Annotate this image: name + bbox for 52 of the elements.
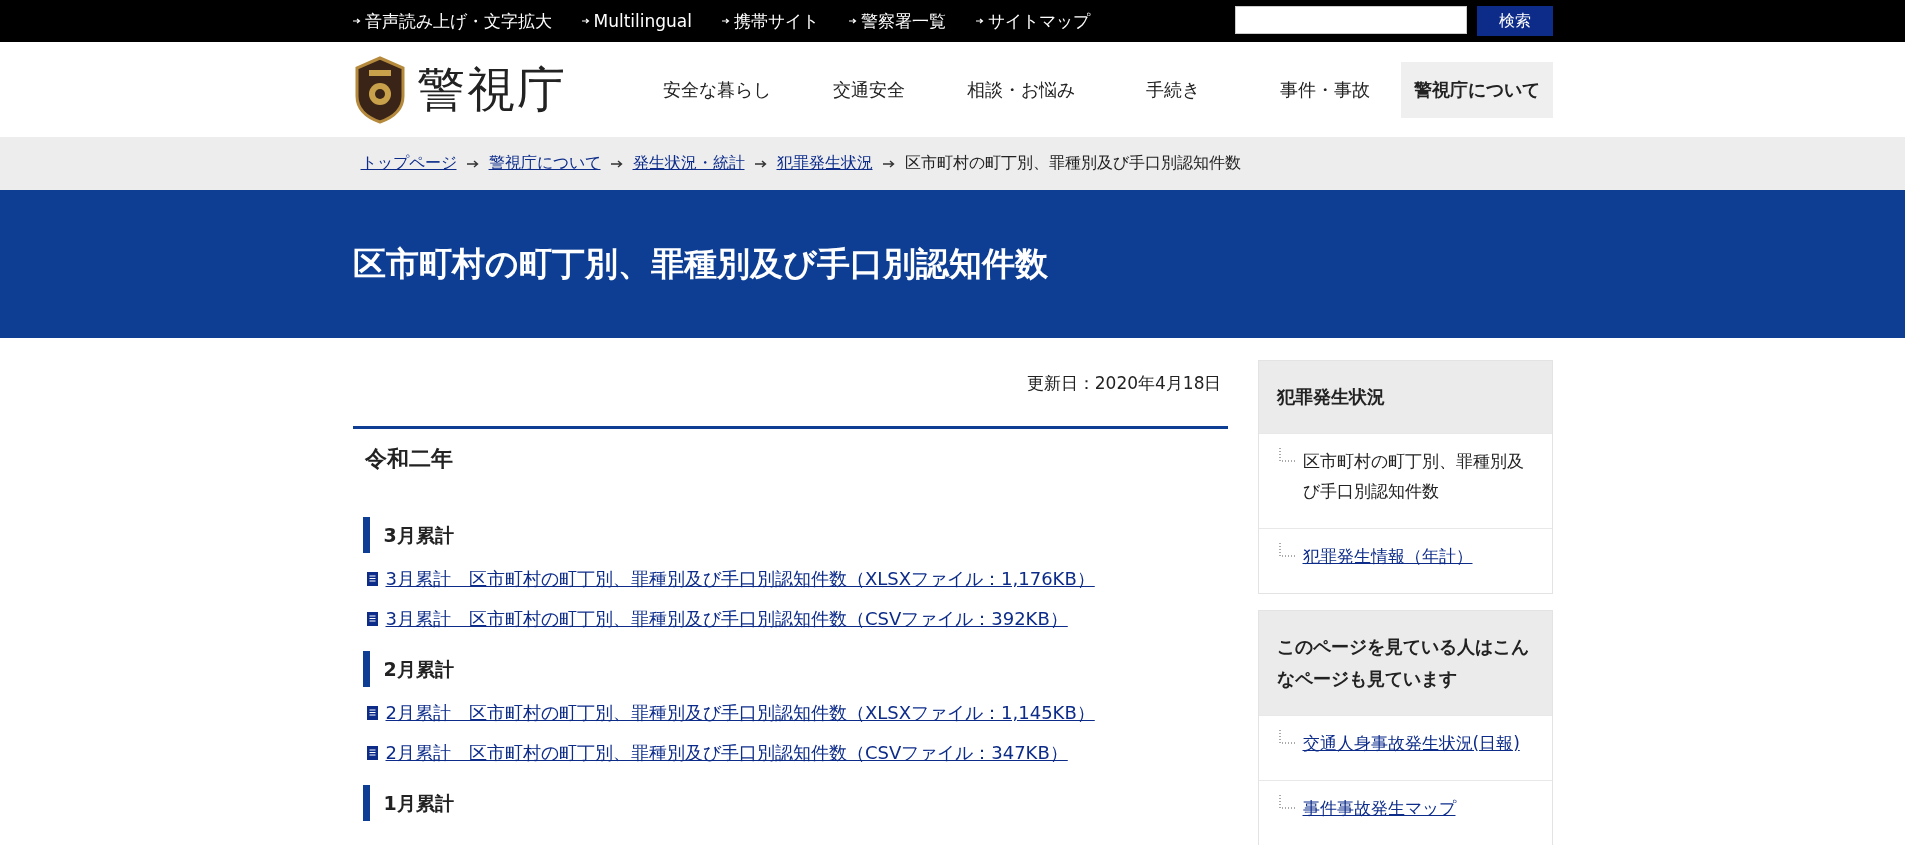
- nav-tab[interactable]: 安全な暮らし: [640, 61, 793, 118]
- document-icon: [366, 746, 378, 760]
- arrow-icon: [976, 17, 984, 25]
- sidebar-current: 区市町村の町丁別、罪種別及び手口別認知件数: [1302, 450, 1525, 503]
- section-heading: 1月累計: [362, 785, 1228, 821]
- file-link[interactable]: 2月累計 区市町村の町丁別、罪種別及び手口別認知件数（CSVファイル：347KB）: [385, 741, 1068, 765]
- nav-tab[interactable]: 交通安全: [792, 61, 945, 118]
- arrow-icon: [722, 17, 730, 25]
- search-field[interactable]: [1234, 6, 1467, 34]
- breadcrumb-current: 区市町村の町丁別、罪種別及び手口別認知件数: [904, 153, 1241, 174]
- nav-tab[interactable]: 相談・お悩み: [944, 61, 1097, 118]
- search-button[interactable]: 検索: [1476, 6, 1553, 36]
- breadcrumb-link[interactable]: トップページ: [360, 153, 457, 174]
- updated-date: 更新日：2020年4月18日: [1025, 372, 1223, 395]
- document-icon: [366, 612, 378, 626]
- sidebar-link[interactable]: 交通人身事故発生状況(日報): [1302, 728, 1520, 758]
- utility-link[interactable]: 警察署一覧: [849, 9, 946, 33]
- document-icon: [366, 706, 378, 720]
- sidebar-link[interactable]: 犯罪発生情報（年計）: [1302, 541, 1473, 571]
- arrow-icon: [352, 17, 361, 25]
- breadcrumb-link[interactable]: 発生状況・統計: [632, 153, 745, 174]
- document-icon: [366, 572, 378, 586]
- nav-tab[interactable]: 警視庁について: [1400, 61, 1553, 118]
- arrow-icon: [581, 17, 590, 25]
- utility-link[interactable]: 携帯サイト: [722, 9, 819, 33]
- arrow-icon: [754, 158, 767, 169]
- file-link[interactable]: 3月累計 区市町村の町丁別、罪種別及び手口別認知件数（XLSXファイル：1,176KB）: [385, 567, 1095, 591]
- sidebar-link[interactable]: 事件事故発生マップ: [1302, 793, 1456, 823]
- sidebar-title: このページを見ている人はこんなページも見ています: [1258, 611, 1552, 715]
- nav-tab[interactable]: 手続き: [1096, 61, 1249, 118]
- page-title: 区市町村の町丁別、罪種別及び手口別認知件数: [352, 242, 1049, 285]
- arrow-icon: [849, 17, 857, 25]
- utility-link[interactable]: 音声読み上げ・文字拡大: [352, 9, 552, 33]
- utility-link[interactable]: サイトマップ: [976, 9, 1090, 33]
- tree-line-icon: [1278, 795, 1295, 809]
- nav-tab[interactable]: 事件・事故: [1248, 61, 1401, 118]
- year-heading: 令和二年: [352, 426, 1228, 505]
- breadcrumb-link[interactable]: 警視庁について: [488, 153, 601, 174]
- arrow-icon: [610, 158, 623, 169]
- section-heading: 2月累計: [362, 651, 1228, 687]
- tree-line-icon: [1278, 730, 1295, 744]
- arrow-icon: [466, 158, 479, 169]
- section-heading: 3月累計: [362, 517, 1228, 553]
- file-link[interactable]: 2月累計 区市町村の町丁別、罪種別及び手口別認知件数（XLSXファイル：1,145KB）: [385, 701, 1095, 725]
- breadcrumb-link[interactable]: 犯罪発生状況: [776, 153, 873, 174]
- arrow-icon: [882, 158, 895, 169]
- tree-line-icon: [1278, 543, 1295, 557]
- logo-text: 警視庁: [416, 59, 567, 119]
- sidebar-title: 犯罪発生状況: [1258, 361, 1552, 433]
- utility-link[interactable]: Multilingual: [581, 9, 692, 33]
- file-link[interactable]: 3月累計 区市町村の町丁別、罪種別及び手口別認知件数（CSVファイル：392KB）: [385, 607, 1068, 631]
- tree-line-icon: [1278, 448, 1295, 462]
